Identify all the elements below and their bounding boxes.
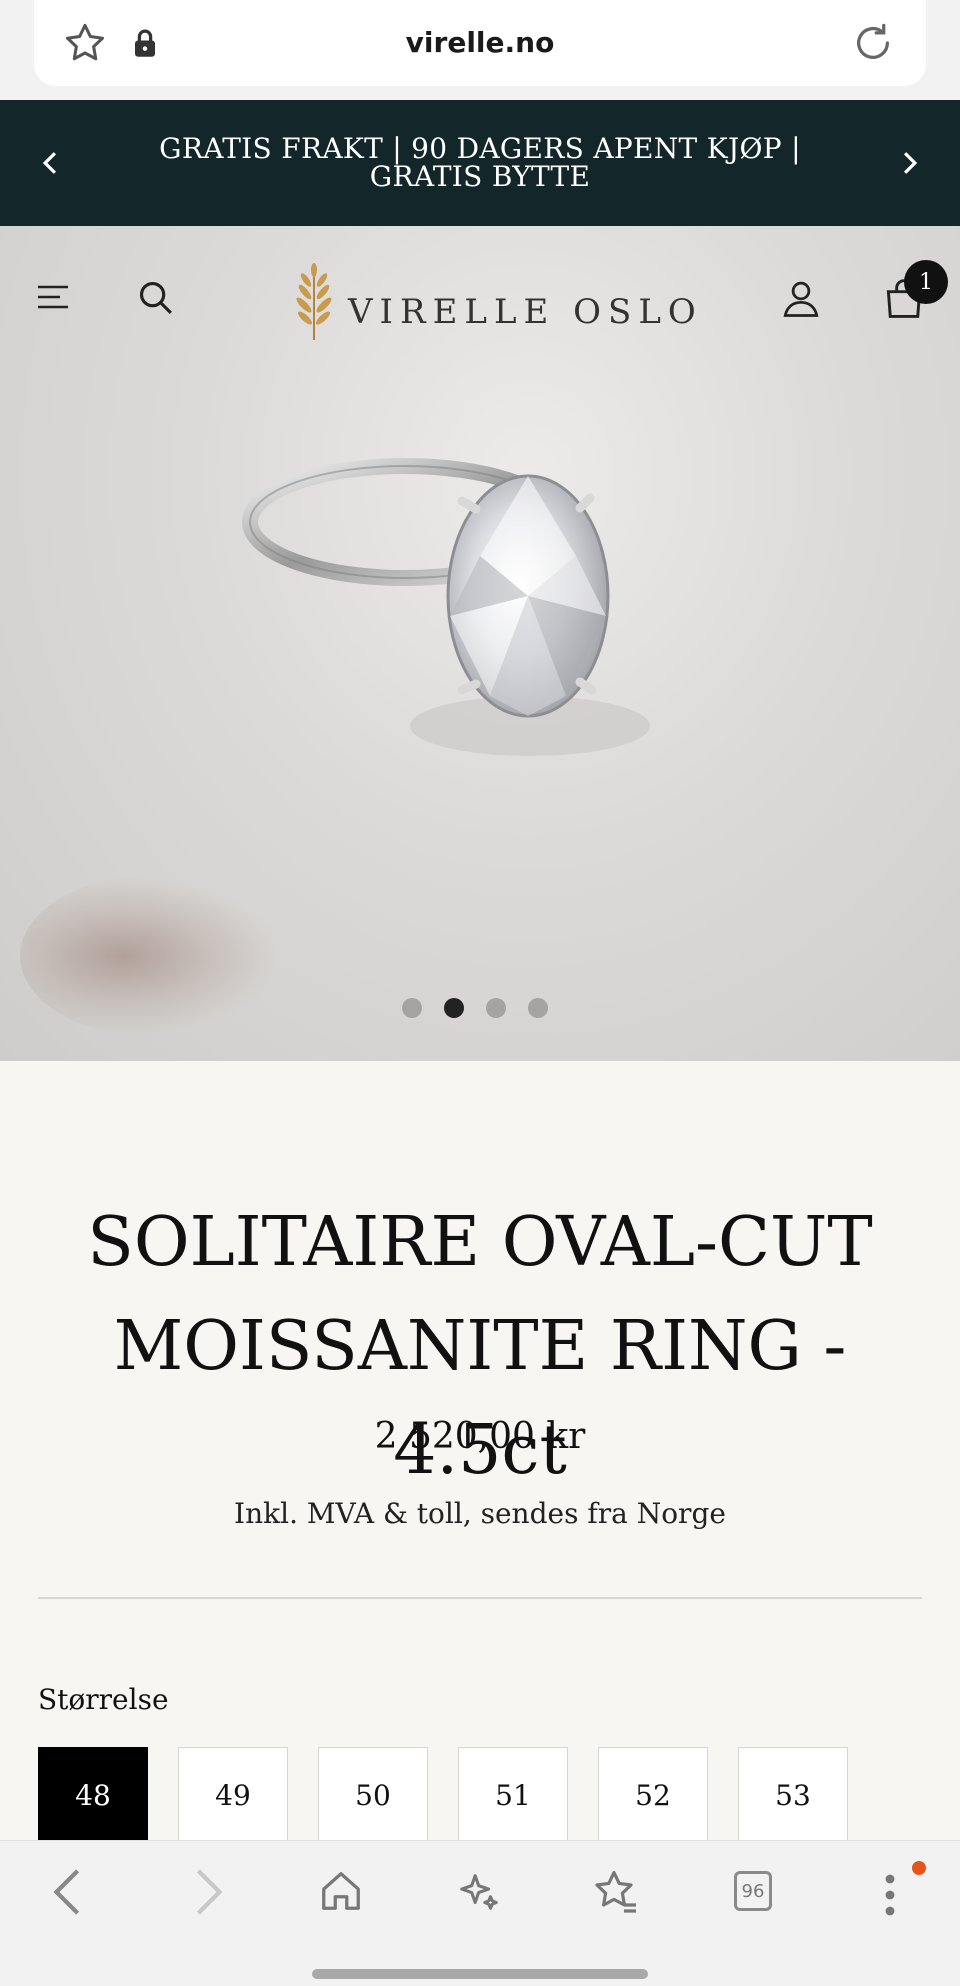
size-option-50[interactable]: 50 [318, 1747, 428, 1843]
reload-icon[interactable] [850, 20, 896, 70]
carousel-dot[interactable] [402, 998, 422, 1018]
product-title-line-2: MOISSANITE RING - 4.5ct [113, 1307, 847, 1490]
announcement-prev-icon[interactable] [40, 150, 60, 180]
announcement-text: GRATIS FRAKT | 90 DAGERS APENT KJØP | GR… [130, 135, 830, 191]
browser-bottom-bar: 96 [0, 1840, 960, 1986]
carousel-dot-active[interactable] [444, 998, 464, 1018]
size-option-49[interactable]: 49 [178, 1747, 288, 1843]
more-menu-icon[interactable] [882, 1873, 898, 1921]
ai-sparkle-icon[interactable] [456, 1867, 502, 1919]
size-label: Størrelse [38, 1683, 169, 1716]
home-indicator [312, 1969, 648, 1979]
cart-count-badge: 1 [904, 260, 948, 304]
size-options: 48 49 50 51 52 53 [38, 1747, 878, 1843]
brand-name: VIRELLE OSLO [348, 292, 703, 332]
announcement-bar: GRATIS FRAKT | 90 DAGERS APENT KJØP | GR… [0, 100, 960, 226]
leaf-logo-icon [292, 262, 336, 346]
back-icon[interactable] [48, 1867, 88, 1921]
carousel-dot[interactable] [486, 998, 506, 1018]
size-option-53[interactable]: 53 [738, 1747, 848, 1843]
carousel-dot[interactable] [528, 998, 548, 1018]
forward-icon[interactable] [188, 1867, 228, 1921]
url-text[interactable]: virelle.no [34, 26, 926, 59]
product-price: 2 520,00 kr [374, 1416, 586, 1457]
product-image-carousel[interactable]: VIRELLE OSLO 1 [0, 226, 960, 1061]
carousel-dots [402, 998, 548, 1018]
ring-product-image [240, 436, 660, 920]
size-option-51[interactable]: 51 [458, 1747, 568, 1843]
size-option-52[interactable]: 52 [598, 1747, 708, 1843]
announcement-next-icon[interactable] [900, 150, 920, 180]
brand-logo[interactable]: VIRELLE OSLO [292, 262, 703, 346]
product-title-line-1: SOLITAIRE OVAL-CUT [87, 1203, 873, 1282]
search-icon[interactable] [136, 278, 174, 320]
tax-note: Inkl. MVA & toll, sendes fra Norge [234, 1497, 726, 1530]
browser-top-bar: virelle.no [0, 0, 960, 100]
size-option-48[interactable]: 48 [38, 1747, 148, 1843]
divider [38, 1597, 922, 1599]
tabs-button[interactable]: 96 [734, 1871, 772, 1911]
address-bar[interactable]: virelle.no [34, 0, 926, 86]
bookmarks-icon[interactable] [592, 1867, 640, 1919]
notification-dot [912, 1861, 926, 1875]
home-icon[interactable] [318, 1867, 364, 1919]
site-header: VIRELLE OSLO 1 [0, 226, 960, 366]
announcement-line-2: GRATIS BYTTE [369, 160, 591, 193]
menu-icon[interactable] [36, 284, 70, 314]
account-icon[interactable] [780, 276, 822, 324]
announcement-line-1: GRATIS FRAKT | 90 DAGERS APENT KJØP | [159, 132, 801, 165]
